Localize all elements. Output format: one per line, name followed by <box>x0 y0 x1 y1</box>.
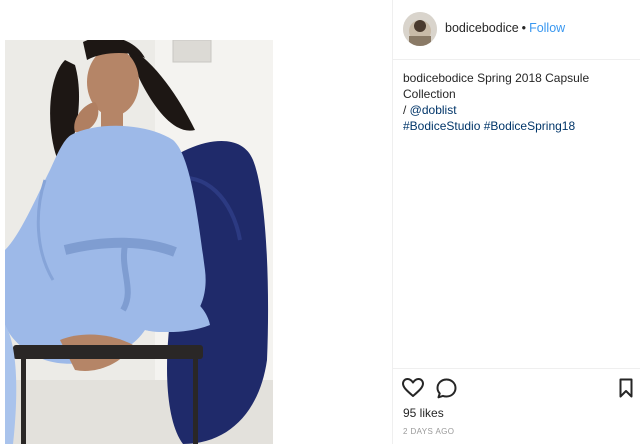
post-actions: 95 likes 2 DAYS AGO <box>393 368 640 444</box>
bookmark-icon[interactable] <box>619 378 633 403</box>
caption-mention[interactable]: @doblist <box>410 103 457 117</box>
post-sidebar: bodicebodice • Follow bodicebodice Spring … <box>392 0 640 444</box>
caption-author[interactable]: bodicebodice <box>403 71 474 85</box>
post-photo-illustration <box>5 40 273 444</box>
heart-icon[interactable] <box>402 378 424 403</box>
author-username[interactable]: bodicebodice <box>445 21 519 35</box>
hashtag[interactable]: #BodiceStudio <box>403 119 480 133</box>
author-row: bodicebodice • Follow <box>445 21 565 35</box>
separator-dot: • <box>521 21 527 35</box>
post-caption: bodicebodice Spring 2018 Capsule Collect… <box>403 70 639 134</box>
post-photo[interactable] <box>5 40 273 444</box>
follow-button[interactable]: Follow <box>529 21 565 35</box>
comment-icon[interactable] <box>436 378 457 404</box>
avatar-image <box>403 12 437 46</box>
avatar[interactable] <box>403 12 437 46</box>
hashtag[interactable]: #BodiceSpring18 <box>484 119 575 133</box>
caption-line2-prefix: / <box>403 103 410 117</box>
post-timestamp[interactable]: 2 DAYS AGO <box>403 427 454 436</box>
likes-count[interactable]: 95 likes <box>403 406 444 420</box>
post-header: bodicebodice • Follow <box>393 0 640 60</box>
